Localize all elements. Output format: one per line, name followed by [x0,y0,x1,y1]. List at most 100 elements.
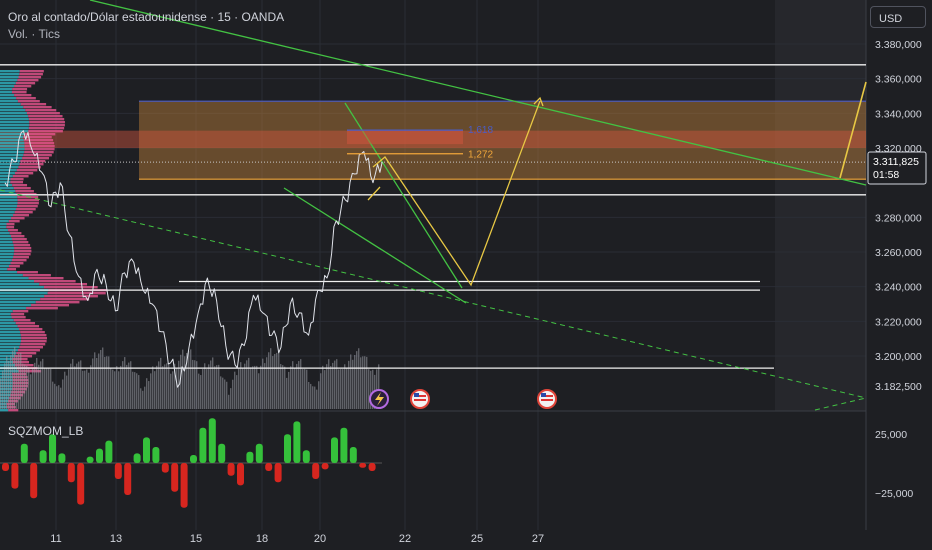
volume-bar-111 [222,377,224,409]
volume-bar-68 [136,373,138,409]
volume-bar-83 [166,363,168,409]
volume-bar-54 [108,356,110,409]
momentum-bar-18 [171,463,179,492]
vp-up-54 [0,232,10,235]
vp-up-35 [0,175,13,178]
vp-up-7 [0,91,12,94]
volume-bar-76 [152,366,154,409]
volume-bar-154 [308,381,310,409]
vp-up-71 [0,283,40,286]
volume-bar-177 [354,354,356,409]
vp-up-52 [0,226,7,229]
vp-up-61 [0,253,14,256]
vp-up-89 [0,337,22,340]
vp-up-56 [0,238,13,241]
volume-bar-81 [162,366,164,409]
vp-down-38 [12,184,28,187]
volume-bar-10 [20,352,22,409]
vp-down-12 [23,106,52,109]
vp-down-59 [14,247,32,250]
volume-bar-30 [60,387,62,409]
volume-bar-107 [214,366,216,409]
vp-down-30 [20,160,46,163]
volume-bar-43 [86,369,88,409]
volume-bar-127 [254,365,256,409]
vp-up-91 [0,343,21,346]
volume-bar-1 [2,370,4,409]
momentum-bar-27 [255,443,263,463]
vp-up-80 [0,310,13,313]
volume-bar-169 [338,369,340,409]
volume-bar-157 [314,386,316,409]
momentum-bar-12 [114,463,122,479]
volume-bar-6 [12,350,14,409]
vp-up-27 [0,151,25,154]
price-chart[interactable]: 1,618 1,272 3.380,000 3.360,000 3.340,000 3.… [0,0,932,550]
vp-down-57 [12,241,29,244]
vp-down-82 [11,316,26,319]
vp-down-36 [10,178,24,181]
vp-down-68 [22,274,51,277]
momentum-bar-28 [265,463,273,471]
flag-canton-0 [414,393,419,397]
vp-up-8 [0,94,15,97]
vp-up-75 [0,295,45,298]
vp-down-45 [16,205,38,208]
volume-bar-126 [252,366,254,409]
vp-down-113 [8,409,19,412]
vp-up-30 [0,160,21,163]
vp-up-0 [0,70,20,73]
vp-down-43 [17,199,40,202]
vp-down-76 [40,298,90,301]
vp-up-2 [0,76,19,79]
vp-down-92 [19,346,43,349]
vp-down-6 [12,88,28,91]
volume-bar-92 [184,356,186,409]
vp-up-39 [0,187,14,190]
volume-bar-78 [156,365,158,409]
vp-down-67 [17,271,38,274]
volume-bar-24 [48,367,50,409]
volume-bar-96 [192,359,194,409]
volume-bar-140 [280,364,282,409]
vp-up-10 [0,100,18,103]
volume-bar-46 [92,358,94,409]
vp-down-77 [35,301,80,304]
vp-up-65 [0,265,9,268]
vp-up-81 [0,313,11,316]
volume-bar-115 [230,388,232,409]
vp-up-57 [0,241,13,244]
volume-bar-74 [148,381,150,409]
volume-bar-58 [116,366,118,409]
vp-down-29 [22,157,50,160]
momentum-bar-14 [133,453,141,463]
volume-bar-59 [118,371,120,409]
volume-bar-141 [282,365,284,409]
vp-down-37 [10,181,24,184]
vp-down-48 [13,214,29,217]
x-tick-label: 27 [532,533,544,545]
volume-bar-132 [264,363,266,409]
volume-bar-45 [90,365,92,409]
vp-down-10 [17,100,40,103]
vp-up-43 [0,199,18,202]
volume-bar-135 [270,348,272,409]
vp-down-50 [8,220,20,223]
volume-bar-36 [72,359,74,409]
price-tag-value: 3.311,825 [873,156,919,168]
volume-bar-5 [10,355,12,409]
vp-down-22 [23,136,52,139]
vp-down-74 [47,292,106,295]
volume-bar-11 [22,363,24,409]
volume-bar-166 [332,362,334,409]
currency-button[interactable]: USD [870,6,926,28]
vp-down-88 [20,334,47,337]
volume-bar-137 [274,353,276,409]
momentum-bar-19 [180,463,188,508]
vp-down-20 [28,130,63,133]
volume-bar-9 [18,353,20,409]
momentum-bar-11 [105,440,113,463]
vp-down-58 [13,244,31,247]
vp-down-61 [13,253,31,256]
momentum-bar-15 [143,437,150,463]
